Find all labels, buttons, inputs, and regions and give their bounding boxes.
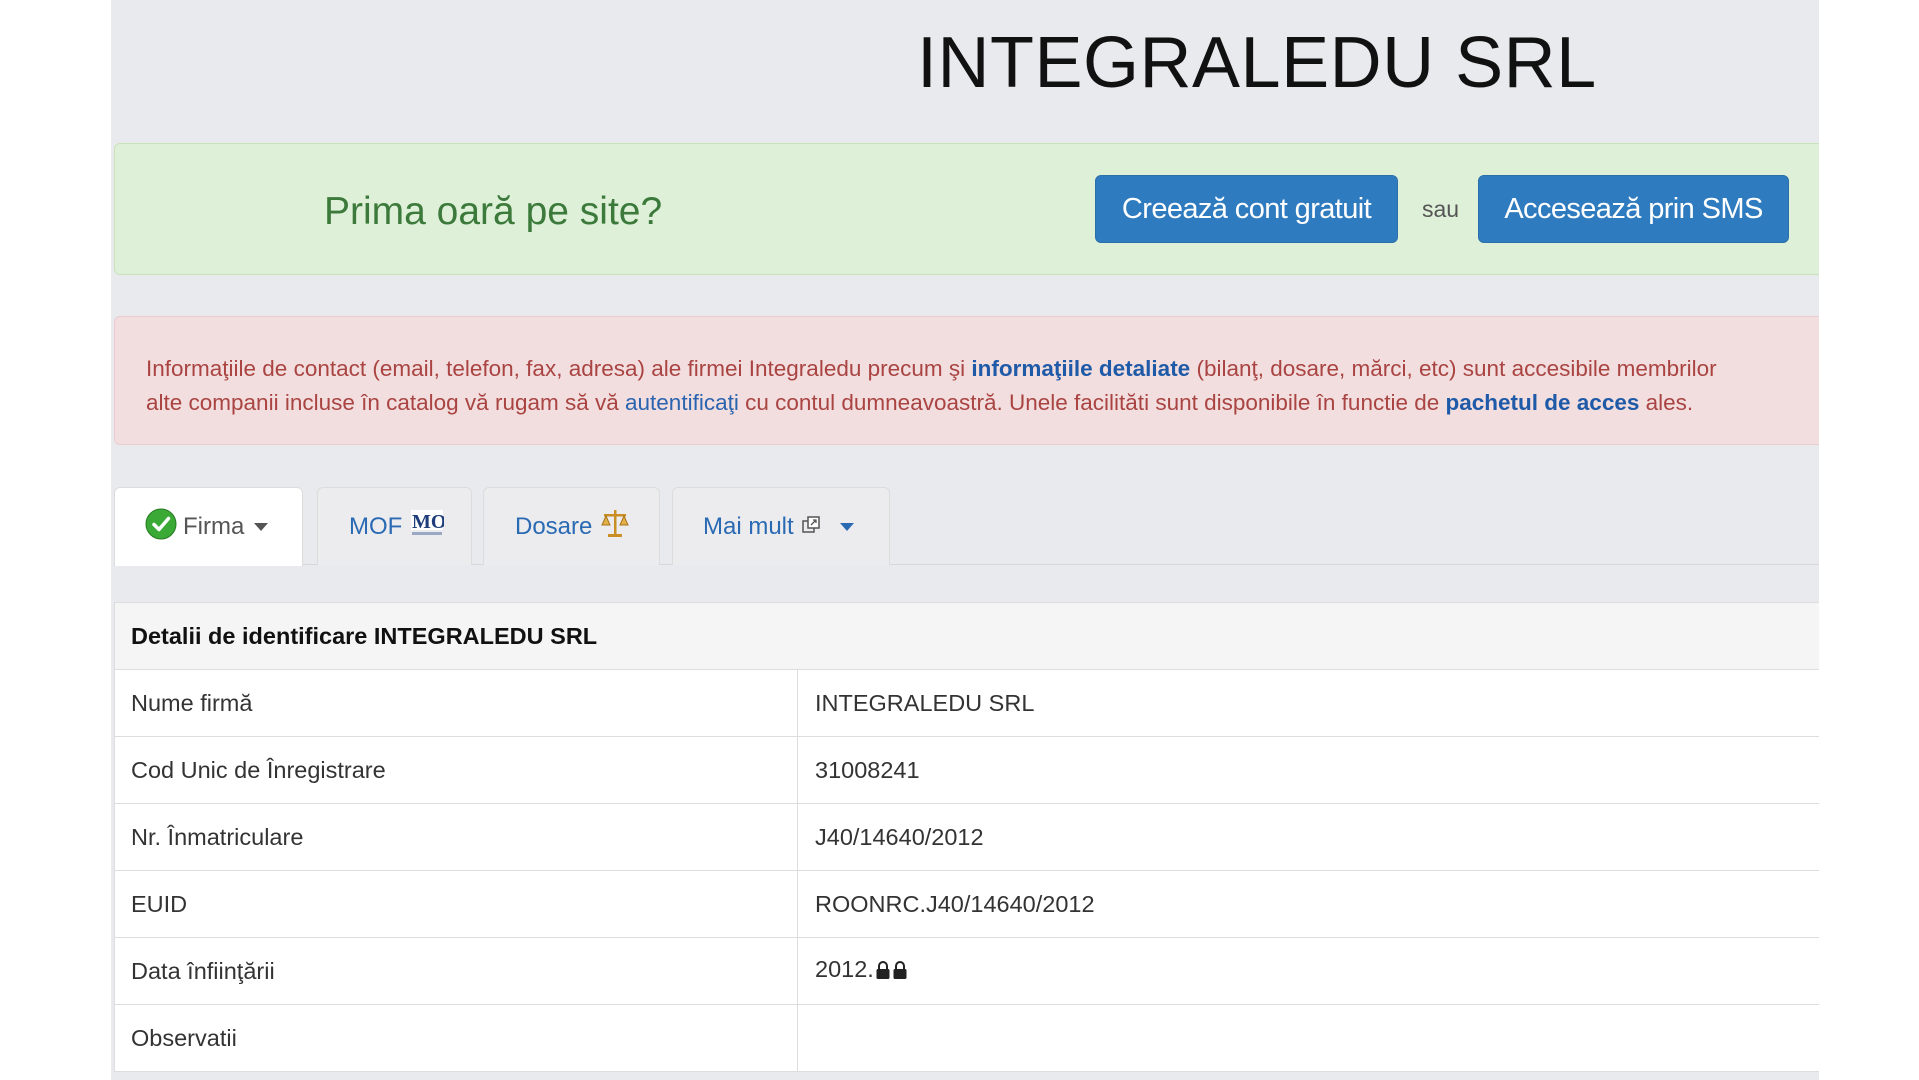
alert-text: cu contul dumneavoastră. Unele facilităt… [738,390,1446,415]
table-row: Data înfiinţării 2012. [114,937,1819,1005]
table-row: Observatii [114,1004,1819,1072]
access-package-link[interactable]: pachetul de acces [1446,390,1640,415]
alert-text: Informaţiile de contact (email, telefon,… [146,356,972,381]
alert-text: alte companii incluse în catalog vă ruga… [146,390,626,415]
table-row: EUID ROONRC.J40/14640/2012 [114,870,1819,938]
lock-icon[interactable] [892,959,908,986]
svg-text:MO: MO [412,511,444,533]
alert-line-1: Informaţiile de contact (email, telefon,… [146,352,1819,386]
row-value: ROONRC.J40/14640/2012 [797,870,1819,938]
tab-firma[interactable]: Firma [114,487,303,566]
row-label: Nr. Înmatriculare [114,803,798,871]
login-link[interactable]: autentificaţi [625,390,739,415]
alert-text: ales. [1639,390,1694,415]
tab-label: MOF [349,512,403,540]
tab-mai-mult[interactable]: Mai mult [672,487,890,565]
row-value: 31008241 [797,736,1819,804]
or-label: sau [1422,196,1460,222]
alert-text: (bilanţ, dosare, mărci, etc) sunt accesi… [1190,356,1717,381]
table-header-row: Detalii de identificare INTEGRALEDU SRL [114,602,1819,670]
scales-icon [600,507,630,546]
details-header: Detalii de identificare INTEGRALEDU SRL [114,602,1819,670]
row-value: 2012. [815,956,874,982]
tab-label: Mai mult [703,512,794,540]
sms-access-button[interactable]: Accesează prin SMS [1478,175,1789,243]
external-link-icon [801,513,820,541]
row-value [797,1004,1819,1072]
tab-label: Dosare [515,512,593,540]
row-label: Nume firmă [114,669,798,737]
company-title: INTEGRALEDU SRL [917,23,1597,103]
tab-label: Firma [183,513,245,540]
chevron-down-icon [839,522,854,531]
chevron-down-icon [254,523,269,531]
row-label: EUID [114,870,798,938]
tab-dosare[interactable]: Dosare [483,487,660,565]
info-alert: Informaţiile de contact (email, telefon,… [114,316,1819,445]
row-label: Observatii [114,1004,798,1072]
check-circle-icon [145,508,177,547]
create-account-button[interactable]: Creează cont gratuit [1095,175,1398,243]
lock-icon[interactable] [875,959,891,986]
row-value: J40/14640/2012 [797,803,1819,871]
row-value-cell: 2012. [797,937,1819,1005]
promo-text: Prima oară pe site? [324,190,663,233]
page: INTEGRALEDU SRL Prima oară pe site? Cree… [111,0,1819,1080]
signup-promo-banner: Prima oară pe site? Creează cont gratuit… [114,143,1819,275]
company-details-table: Detalii de identificare INTEGRALEDU SRL … [114,602,1819,1072]
table-row: Nume firmă INTEGRALEDU SRL [114,669,1819,737]
table-row: Cod Unic de Înregistrare 31008241 [114,736,1819,804]
tab-mof[interactable]: MOF MO [317,487,472,565]
row-label: Data înfiinţării [114,937,798,1005]
detailed-info-link[interactable]: informaţiile detaliate [971,356,1190,381]
tab-bar: Firma MOF MO Dosare Mai mult [114,487,1819,566]
row-label: Cod Unic de Înregistrare [114,736,798,804]
alert-line-2: alte companii incluse în catalog vă ruga… [146,386,1819,420]
mo-logo-icon: MO [410,508,447,545]
row-value: INTEGRALEDU SRL [797,669,1819,737]
table-row: Nr. Înmatriculare J40/14640/2012 [114,803,1819,871]
